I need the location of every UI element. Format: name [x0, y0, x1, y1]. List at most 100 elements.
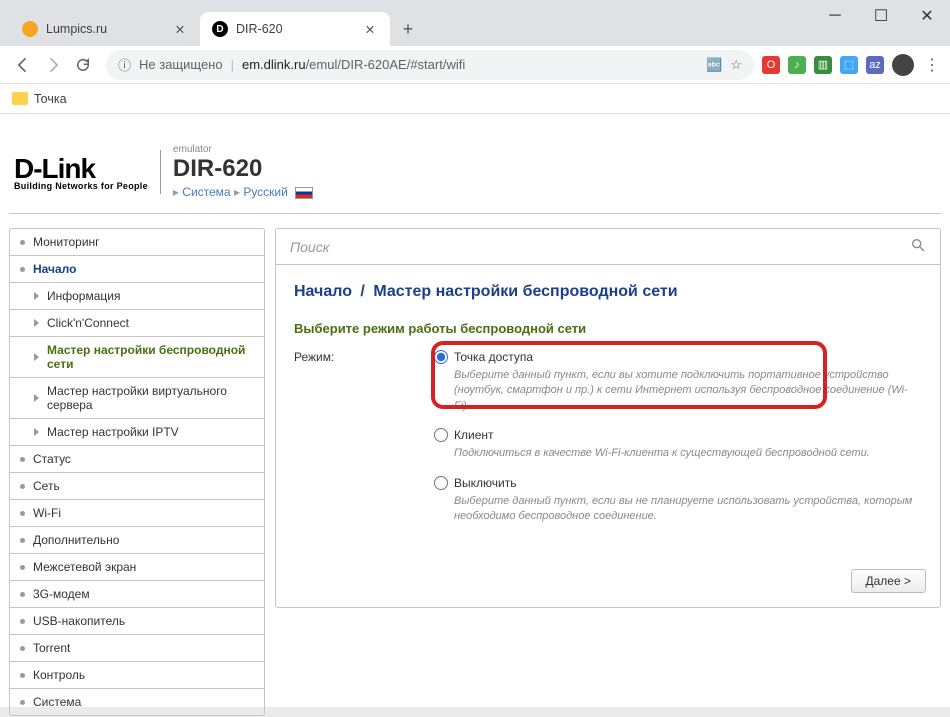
sidebar-item[interactable]: Мастер настройки беспроводной сети [10, 337, 264, 378]
tab-strip: Lumpics.ru ✕ D DIR-620 ✕ + ─ ☐ ✕ [0, 8, 950, 46]
folder-icon [12, 92, 28, 105]
page-content: D-Link Building Networks for People emul… [0, 134, 950, 716]
breadcrumb-root[interactable]: Начало [294, 283, 352, 300]
extension-icons: O ♪ ▥ ⬚ az ⋮ [762, 54, 942, 76]
caret-icon [34, 428, 39, 436]
titlebar [0, 0, 950, 8]
section-title: Выберите режим работы беспроводной сети [276, 307, 940, 346]
breadcrumb-sep: / [360, 283, 364, 300]
sidebar-item-label: USB-накопитель [33, 614, 125, 628]
sidebar-item[interactable]: Информация [10, 283, 264, 310]
option-label: Выключить [454, 476, 516, 490]
sidebar-item-label: 3G-модем [33, 587, 90, 601]
sidebar-item[interactable]: Система [10, 689, 264, 715]
ext-icon[interactable]: ♪ [788, 56, 806, 74]
mode-radio[interactable] [434, 350, 448, 364]
mode-label: Режим: [294, 350, 434, 538]
mode-radio[interactable] [434, 428, 448, 442]
sidebar-item-label: Начало [33, 262, 76, 276]
caret-icon [34, 353, 39, 361]
option-description: Выберите данный пункт, если вы хотите по… [454, 368, 922, 414]
close-icon[interactable]: ✕ [172, 22, 188, 37]
search-icon[interactable] [910, 237, 926, 256]
sidebar-item[interactable]: Начало [10, 256, 264, 283]
bullet-icon [20, 700, 25, 705]
browser-tab-dir620[interactable]: D DIR-620 ✕ [200, 12, 390, 46]
ext-icon[interactable]: O [762, 56, 780, 74]
sidebar-item-label: Click'n'Connect [47, 316, 129, 330]
sidebar-item-label: Информация [47, 289, 120, 303]
translate-icon[interactable]: 🔤 [706, 57, 722, 73]
close-icon[interactable]: ✕ [362, 22, 378, 37]
reload-button[interactable] [68, 50, 98, 80]
ext-icon[interactable]: ▥ [814, 56, 832, 74]
bullet-icon [20, 538, 25, 543]
sidebar-item[interactable]: Wi-Fi [10, 500, 264, 527]
forward-button[interactable] [38, 50, 68, 80]
close-window-button[interactable]: ✕ [904, 0, 950, 32]
logo-subtext: Building Networks for People [14, 181, 148, 191]
sidebar-item[interactable]: Межсетевой экран [10, 554, 264, 581]
sidebar-item[interactable]: Мастер настройки виртуального сервера [10, 378, 264, 419]
mode-row: Режим: Точка доступа Выберите данный пунк… [276, 346, 940, 542]
bullet-icon [20, 484, 25, 489]
flag-russia-icon [295, 187, 313, 199]
ext-icon[interactable]: az [866, 56, 884, 74]
sidebar-item-label: Система [33, 695, 81, 709]
bullet-icon [20, 267, 25, 272]
bullet-icon [20, 457, 25, 462]
sidebar-item-label: Мастер настройки виртуального сервера [47, 384, 254, 412]
minimize-button[interactable]: ─ [812, 0, 858, 32]
link-language[interactable]: Русский [243, 185, 288, 199]
sidebar-item[interactable]: 3G-модем [10, 581, 264, 608]
next-button[interactable]: Далее > [851, 569, 927, 593]
profile-avatar[interactable] [892, 54, 914, 76]
model-name: DIR-620 [173, 155, 313, 183]
sidebar-item-label: Wi-Fi [33, 506, 61, 520]
option-head[interactable]: Точка доступа [434, 350, 922, 364]
caret-icon [34, 394, 39, 402]
sidebar-item-label: Torrent [33, 641, 70, 655]
bookmark-item[interactable]: Точка [12, 92, 67, 106]
bookmark-star-icon[interactable]: ☆ [730, 57, 742, 73]
sidebar-item[interactable]: Мастер настройки IPTV [10, 419, 264, 446]
sidebar-item[interactable]: Статус [10, 446, 264, 473]
option-head[interactable]: Выключить [434, 476, 922, 490]
search-placeholder: Поиск [290, 239, 910, 255]
new-tab-button[interactable]: + [394, 15, 422, 43]
sidebar-item[interactable]: Мониторинг [10, 229, 264, 256]
header-links: ▸ Система ▸ Русский [173, 185, 313, 199]
maximize-button[interactable]: ☐ [858, 0, 904, 32]
bullet-icon [20, 619, 25, 624]
mode-option: Клиент Подключиться в качестве Wi-Fi-клие… [434, 428, 922, 461]
sidebar-item-label: Дополнительно [33, 533, 119, 547]
dlink-logo: D-Link Building Networks for People [14, 153, 148, 191]
sidebar-item[interactable]: USB-накопитель [10, 608, 264, 635]
option-head[interactable]: Клиент [434, 428, 922, 442]
back-button[interactable] [8, 50, 38, 80]
ext-icon[interactable]: ⬚ [840, 56, 858, 74]
info-icon: ⓘ [118, 55, 131, 74]
sidebar-item[interactable]: Click'n'Connect [10, 310, 264, 337]
sidebar-item[interactable]: Torrent [10, 635, 264, 662]
main-panel: Поиск Начало / Мастер настройки беспрово… [275, 228, 941, 716]
omnibox[interactable]: ⓘ Не защищено | em.dlink.ru/emul/DIR-620… [106, 50, 754, 80]
sidebar-item[interactable]: Сеть [10, 473, 264, 500]
bookmark-label: Точка [34, 92, 67, 106]
kebab-menu-icon[interactable]: ⋮ [922, 55, 942, 75]
option-description: Подключиться в качестве Wi-Fi-клиента к … [454, 446, 922, 461]
sidebar-item[interactable]: Дополнительно [10, 527, 264, 554]
bullet-icon [20, 592, 25, 597]
mode-options: Точка доступа Выберите данный пункт, если… [434, 350, 922, 538]
caret-icon [34, 319, 39, 327]
sidebar-item[interactable]: Контроль [10, 662, 264, 689]
option-description: Выберите данный пункт, если вы не планир… [454, 494, 922, 525]
bullet-icon [20, 240, 25, 245]
sidebar-item-label: Статус [33, 452, 71, 466]
mode-radio[interactable] [434, 476, 448, 490]
bullet-icon [20, 646, 25, 651]
sidebar-item-label: Мастер настройки беспроводной сети [47, 343, 254, 371]
browser-tab-lumpics[interactable]: Lumpics.ru ✕ [10, 12, 200, 46]
search-bar[interactable]: Поиск [276, 229, 940, 265]
link-system[interactable]: Система [182, 185, 230, 199]
